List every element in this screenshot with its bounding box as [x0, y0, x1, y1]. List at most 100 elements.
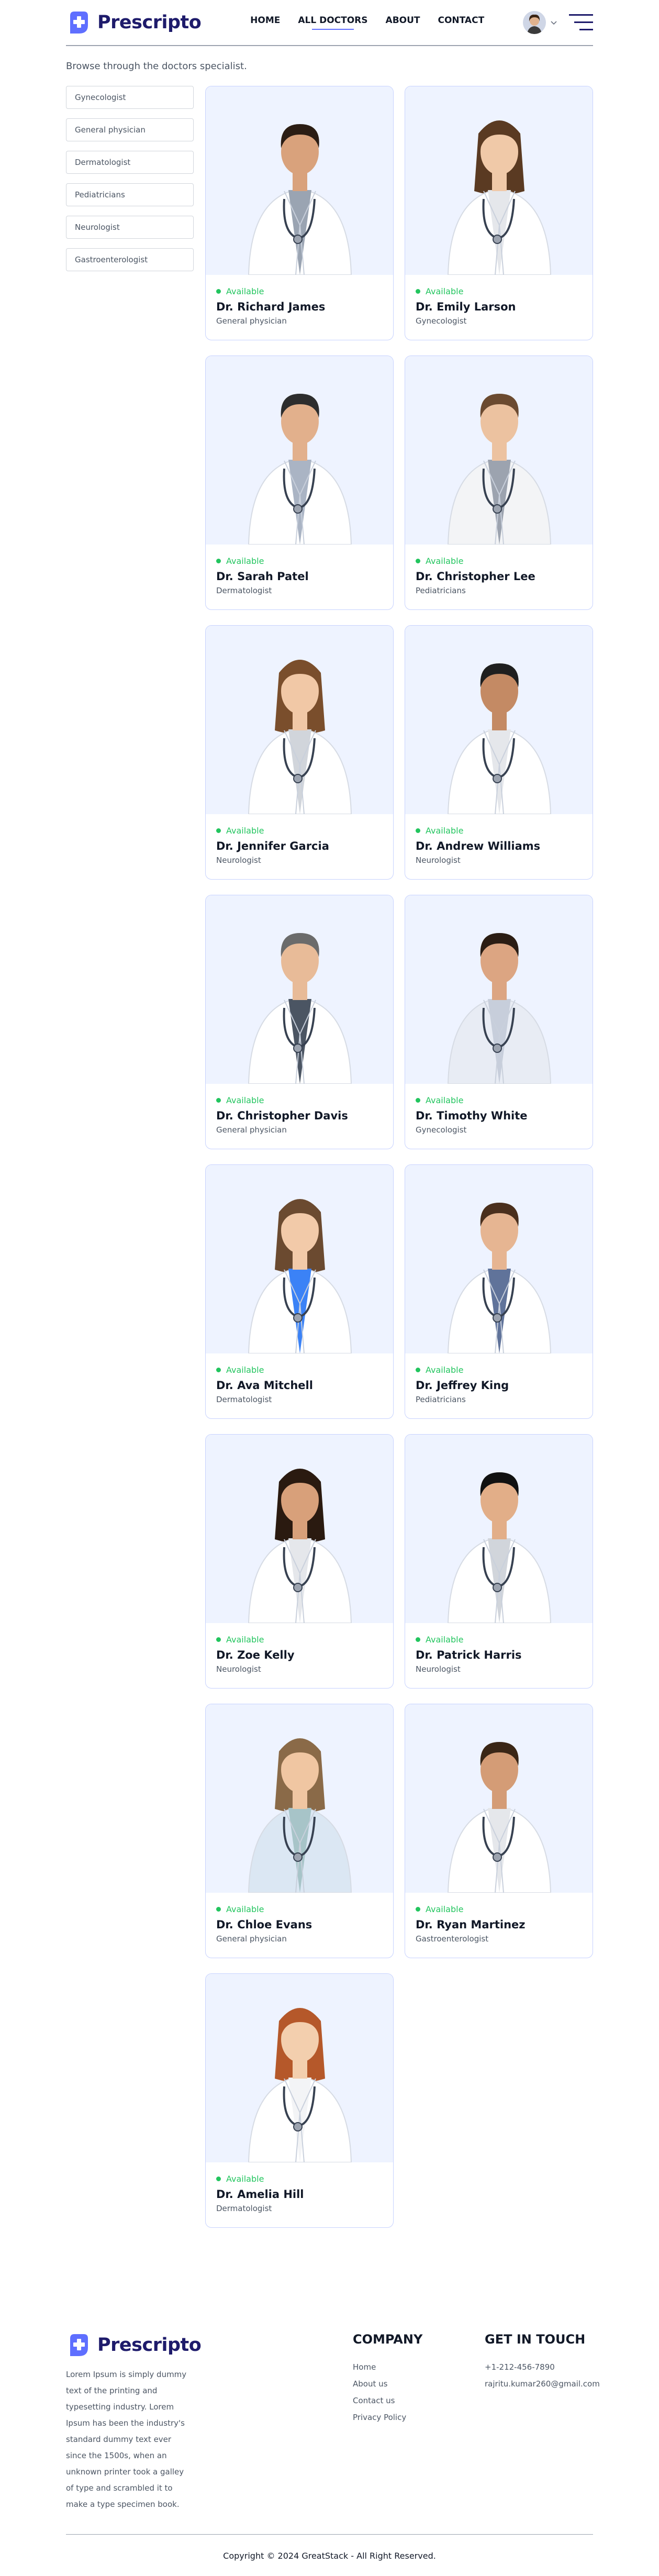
doctor-card[interactable]: Available Dr. Ryan Martinez Gastroenterolo…	[405, 1704, 593, 1958]
doctor-portrait-illustration	[248, 1469, 352, 1623]
doctor-portrait-illustration	[248, 394, 352, 545]
filter-gastroenterologist[interactable]: Gastroenterologist	[66, 248, 194, 271]
doctor-name: Dr. Amelia Hill	[216, 2188, 304, 2201]
availability-status: Available	[216, 286, 383, 296]
filter-gynecologist[interactable]: Gynecologist	[66, 86, 194, 109]
status-label: Available	[426, 826, 464, 836]
doctor-card[interactable]: Available Dr. Emily Larson Gynecologist	[405, 86, 593, 340]
doctor-photo	[206, 626, 393, 814]
availability-status: Available	[216, 826, 383, 836]
doctor-speciality: General physician	[216, 316, 287, 326]
footer-link-about[interactable]: About us	[353, 2379, 422, 2389]
nav-about[interactable]: ABOUT	[386, 15, 420, 30]
availability-status: Available	[416, 1904, 582, 1914]
navbar: Prescripto HOME ALL DOCTORS ABOUT CONTAC…	[66, 0, 593, 46]
doctor-name: Dr. Christopher Davis	[216, 1109, 348, 1122]
brand-logo[interactable]: Prescripto	[66, 9, 202, 36]
doctor-card[interactable]: Available Dr. Zoe Kelly Neurologist	[205, 1434, 394, 1689]
doctor-portrait-illustration	[447, 663, 552, 814]
availability-status: Available	[216, 1365, 383, 1375]
doctor-photo	[405, 1435, 593, 1623]
doctor-portrait-illustration	[248, 1199, 352, 1353]
doctor-speciality: Dermatologist	[216, 2204, 272, 2213]
hamburger-menu-icon[interactable]	[568, 12, 593, 33]
availability-status: Available	[416, 1635, 582, 1645]
doctor-photo	[206, 1435, 393, 1623]
nav-home[interactable]: HOME	[250, 15, 280, 30]
doctor-name: Dr. Patrick Harris	[416, 1649, 522, 1661]
doctor-portrait-illustration	[447, 394, 552, 545]
doctor-card[interactable]: Available Dr. Christopher Davis General ph…	[205, 895, 394, 1149]
availability-status: Available	[216, 1904, 383, 1914]
footer-brand-logo[interactable]: Prescripto	[66, 2332, 202, 2358]
doctor-card[interactable]: Available Dr. Amelia Hill Dermatologist	[205, 1973, 394, 2228]
nav-all-doctors[interactable]: ALL DOCTORS	[298, 15, 368, 30]
filter-general-physician[interactable]: General physician	[66, 118, 194, 141]
brand-name: Prescripto	[97, 12, 202, 33]
status-dot	[416, 1637, 420, 1642]
doctor-photo	[405, 356, 593, 545]
nav-links: HOME ALL DOCTORS ABOUT CONTACT	[250, 15, 484, 30]
doctor-card[interactable]: Available Dr. Patrick Harris Neurologist	[405, 1434, 593, 1689]
doctor-speciality: Neurologist	[416, 856, 461, 865]
doctor-speciality: Neurologist	[216, 1664, 261, 1674]
doctor-photo	[206, 895, 393, 1084]
status-label: Available	[226, 1904, 264, 1914]
footer-email: rajritu.kumar260@gmail.com	[485, 2379, 600, 2389]
doctor-photo	[206, 86, 393, 275]
status-dot	[216, 828, 221, 833]
doctor-card[interactable]: Available Dr. Ava Mitchell Dermatologist	[205, 1164, 394, 1419]
filter-dermatologist[interactable]: Dermatologist	[66, 151, 194, 174]
status-dot	[416, 1907, 420, 1912]
doctor-portrait-illustration	[248, 660, 352, 814]
nav-right	[522, 11, 593, 34]
availability-status: Available	[416, 1365, 582, 1375]
doctor-card[interactable]: Available Dr. Andrew Williams Neurologist	[405, 625, 593, 880]
status-label: Available	[426, 286, 464, 296]
doctor-card[interactable]: Available Dr. Christopher Lee Pediatrician…	[405, 356, 593, 610]
speciality-filters: Gynecologist General physician Dermatolo…	[66, 86, 194, 271]
doctor-card[interactable]: Available Dr. Jeffrey King Pediatricians	[405, 1164, 593, 1419]
doctor-card[interactable]: Available Dr. Jennifer Garcia Neurologist	[205, 625, 394, 880]
filter-pediatricians[interactable]: Pediatricians	[66, 183, 194, 206]
doctor-portrait-illustration	[447, 1472, 552, 1623]
status-dot	[216, 1907, 221, 1912]
doctor-card[interactable]: Available Dr. Chloe Evans General physicia…	[205, 1704, 394, 1958]
doctor-speciality: General physician	[216, 1125, 287, 1135]
doctor-speciality: Neurologist	[416, 1664, 461, 1674]
footer-link-home[interactable]: Home	[353, 2362, 422, 2372]
copyright: Copyright © 2024 GreatStack - All Right …	[223, 2551, 436, 2561]
availability-status: Available	[216, 2174, 383, 2184]
availability-status: Available	[416, 556, 582, 566]
medical-cross-icon	[70, 12, 88, 34]
doctor-speciality: Pediatricians	[416, 586, 466, 595]
footer-contact-title: GET IN TOUCH	[485, 2332, 586, 2347]
medical-cross-icon	[70, 2334, 88, 2356]
doctor-speciality: Gynecologist	[416, 316, 467, 326]
status-label: Available	[226, 1365, 264, 1375]
footer-link-privacy[interactable]: Privacy Policy	[353, 2413, 422, 2422]
doctor-name: Dr. Timothy White	[416, 1109, 528, 1122]
doctor-speciality: General physician	[216, 1934, 287, 1944]
doctor-name: Dr. Ryan Martinez	[416, 1918, 526, 1931]
availability-status: Available	[416, 1095, 582, 1105]
profile-menu[interactable]	[522, 11, 557, 34]
doctor-photo	[405, 1165, 593, 1353]
doctor-card[interactable]: Available Dr. Sarah Patel Dermatologist	[205, 356, 394, 610]
footer-link-contact[interactable]: Contact us	[353, 2396, 422, 2405]
footer-company: COMPANY Home About us Contact us Privacy…	[353, 2332, 422, 2429]
doctor-card[interactable]: Available Dr. Richard James General physic…	[205, 86, 394, 340]
footer-phone: +1-212-456-7890	[485, 2362, 555, 2372]
nav-contact[interactable]: CONTACT	[438, 15, 485, 30]
doctor-portrait-illustration	[447, 1742, 552, 1893]
doctor-portrait-illustration	[248, 2008, 352, 2162]
status-label: Available	[426, 1095, 464, 1105]
doctor-name: Dr. Ava Mitchell	[216, 1379, 313, 1392]
doctor-card[interactable]: Available Dr. Timothy White Gynecologist	[405, 895, 593, 1149]
status-label: Available	[226, 1095, 264, 1105]
doctor-portrait-illustration	[447, 1203, 552, 1353]
filter-neurologist[interactable]: Neurologist	[66, 216, 194, 239]
doctor-portrait-illustration	[447, 120, 552, 275]
doctor-speciality: Dermatologist	[216, 1395, 272, 1404]
footer-company-title: COMPANY	[353, 2332, 423, 2347]
